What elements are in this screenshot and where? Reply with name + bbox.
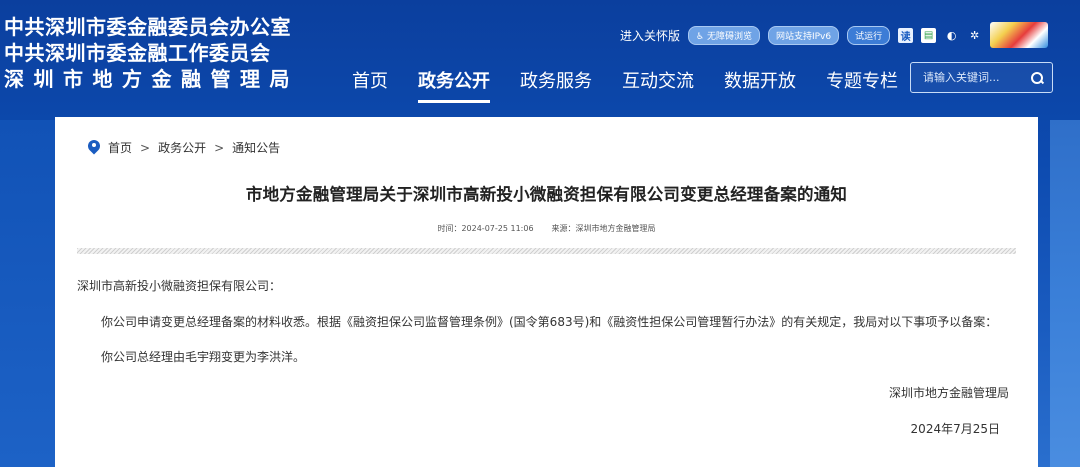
search-input[interactable] (923, 71, 1030, 84)
signature: 深圳市地方金融管理局 (888, 386, 1009, 400)
article-title: 市地方金融管理局关于深圳市高新投小微融资担保有限公司变更总经理备案的通知 (245, 185, 848, 204)
search-box (910, 62, 1053, 93)
nav-item-open-data[interactable]: 数据开放 (709, 64, 811, 103)
nav-item-home[interactable]: 首页 (350, 64, 403, 103)
salutation: 深圳市高新投小微融资担保有限公司： (77, 279, 282, 293)
read-icon[interactable]: 读 (898, 27, 914, 43)
publish-time: 时间：2024-07-25 11:06 (437, 224, 534, 233)
trial-badge: 试运行 (847, 25, 891, 45)
article-source: 来源：深圳市地方金融管理局 (551, 224, 656, 233)
nav-item-gov-affairs[interactable]: 政务公开 (403, 64, 505, 103)
top-toolbar: 进入关怀版 ♿ 无障碍浏览 网站支持IPv6 试运行 读 ▤ ◐ ✲ (620, 22, 1049, 48)
paragraph-2: 你公司总经理由毛宇翔变更为李洪洋。 (101, 350, 306, 364)
ipv6-badge: 网站支持IPv6 (767, 25, 840, 45)
nav-item-interaction[interactable]: 互动交流 (607, 64, 709, 103)
nav-item-topics[interactable]: 专题专栏 (811, 64, 913, 103)
signature-date: 2024年7月25日 (910, 422, 1000, 436)
location-pin-icon (88, 140, 100, 156)
nav-item-gov-services[interactable]: 政务服务 (505, 64, 607, 103)
weibo-icon[interactable]: ◐ (944, 28, 959, 43)
main-nav: 首页 政务公开 政务服务 互动交流 数据开放 专题专栏 (350, 64, 913, 103)
background-left-decor (0, 120, 55, 467)
breadcrumb-separator: > (140, 140, 151, 155)
org-name-3: 深圳市地方金融管理局 (4, 67, 299, 91)
app-icon[interactable]: ▤ (921, 27, 937, 43)
breadcrumb: 首页 > 政务公开 > 通知公告 (88, 139, 280, 156)
breadcrumb-gov-affairs[interactable]: 政务公开 (158, 139, 206, 156)
search-icon[interactable] (1030, 71, 1044, 85)
gov-logo-icon[interactable] (990, 22, 1049, 48)
accessibility-button[interactable]: ♿ 无障碍浏览 (688, 25, 760, 45)
organization-names: 中共深圳市委金融委员会办公室 中共深圳市委金融工作委员会 深圳市地方金融管理局 (4, 14, 299, 92)
care-version-link[interactable]: 进入关怀版 (620, 27, 680, 44)
org-name-1: 中共深圳市委金融委员会办公室 (4, 15, 291, 39)
breadcrumb-separator: > (214, 140, 225, 155)
content-card: 首页 > 政务公开 > 通知公告 市地方金融管理局关于深圳市高新投小微融资担保有… (55, 117, 1038, 467)
paragraph-1: 你公司申请变更总经理备案的材料收悉。根据《融资担保公司监督管理条例》(国令第68… (101, 315, 998, 329)
title-divider (77, 248, 1016, 254)
article-meta: 时间：2024-07-25 11:06 来源：深圳市地方金融管理局 (55, 223, 1038, 234)
accessibility-label: 无障碍浏览 (706, 31, 752, 42)
background-building-decor (1050, 120, 1080, 467)
breadcrumb-notices[interactable]: 通知公告 (232, 139, 280, 156)
org-name-2: 中共深圳市委金融工作委员会 (4, 41, 271, 65)
share-icon[interactable]: ✲ (967, 28, 982, 43)
breadcrumb-home[interactable]: 首页 (108, 139, 132, 156)
